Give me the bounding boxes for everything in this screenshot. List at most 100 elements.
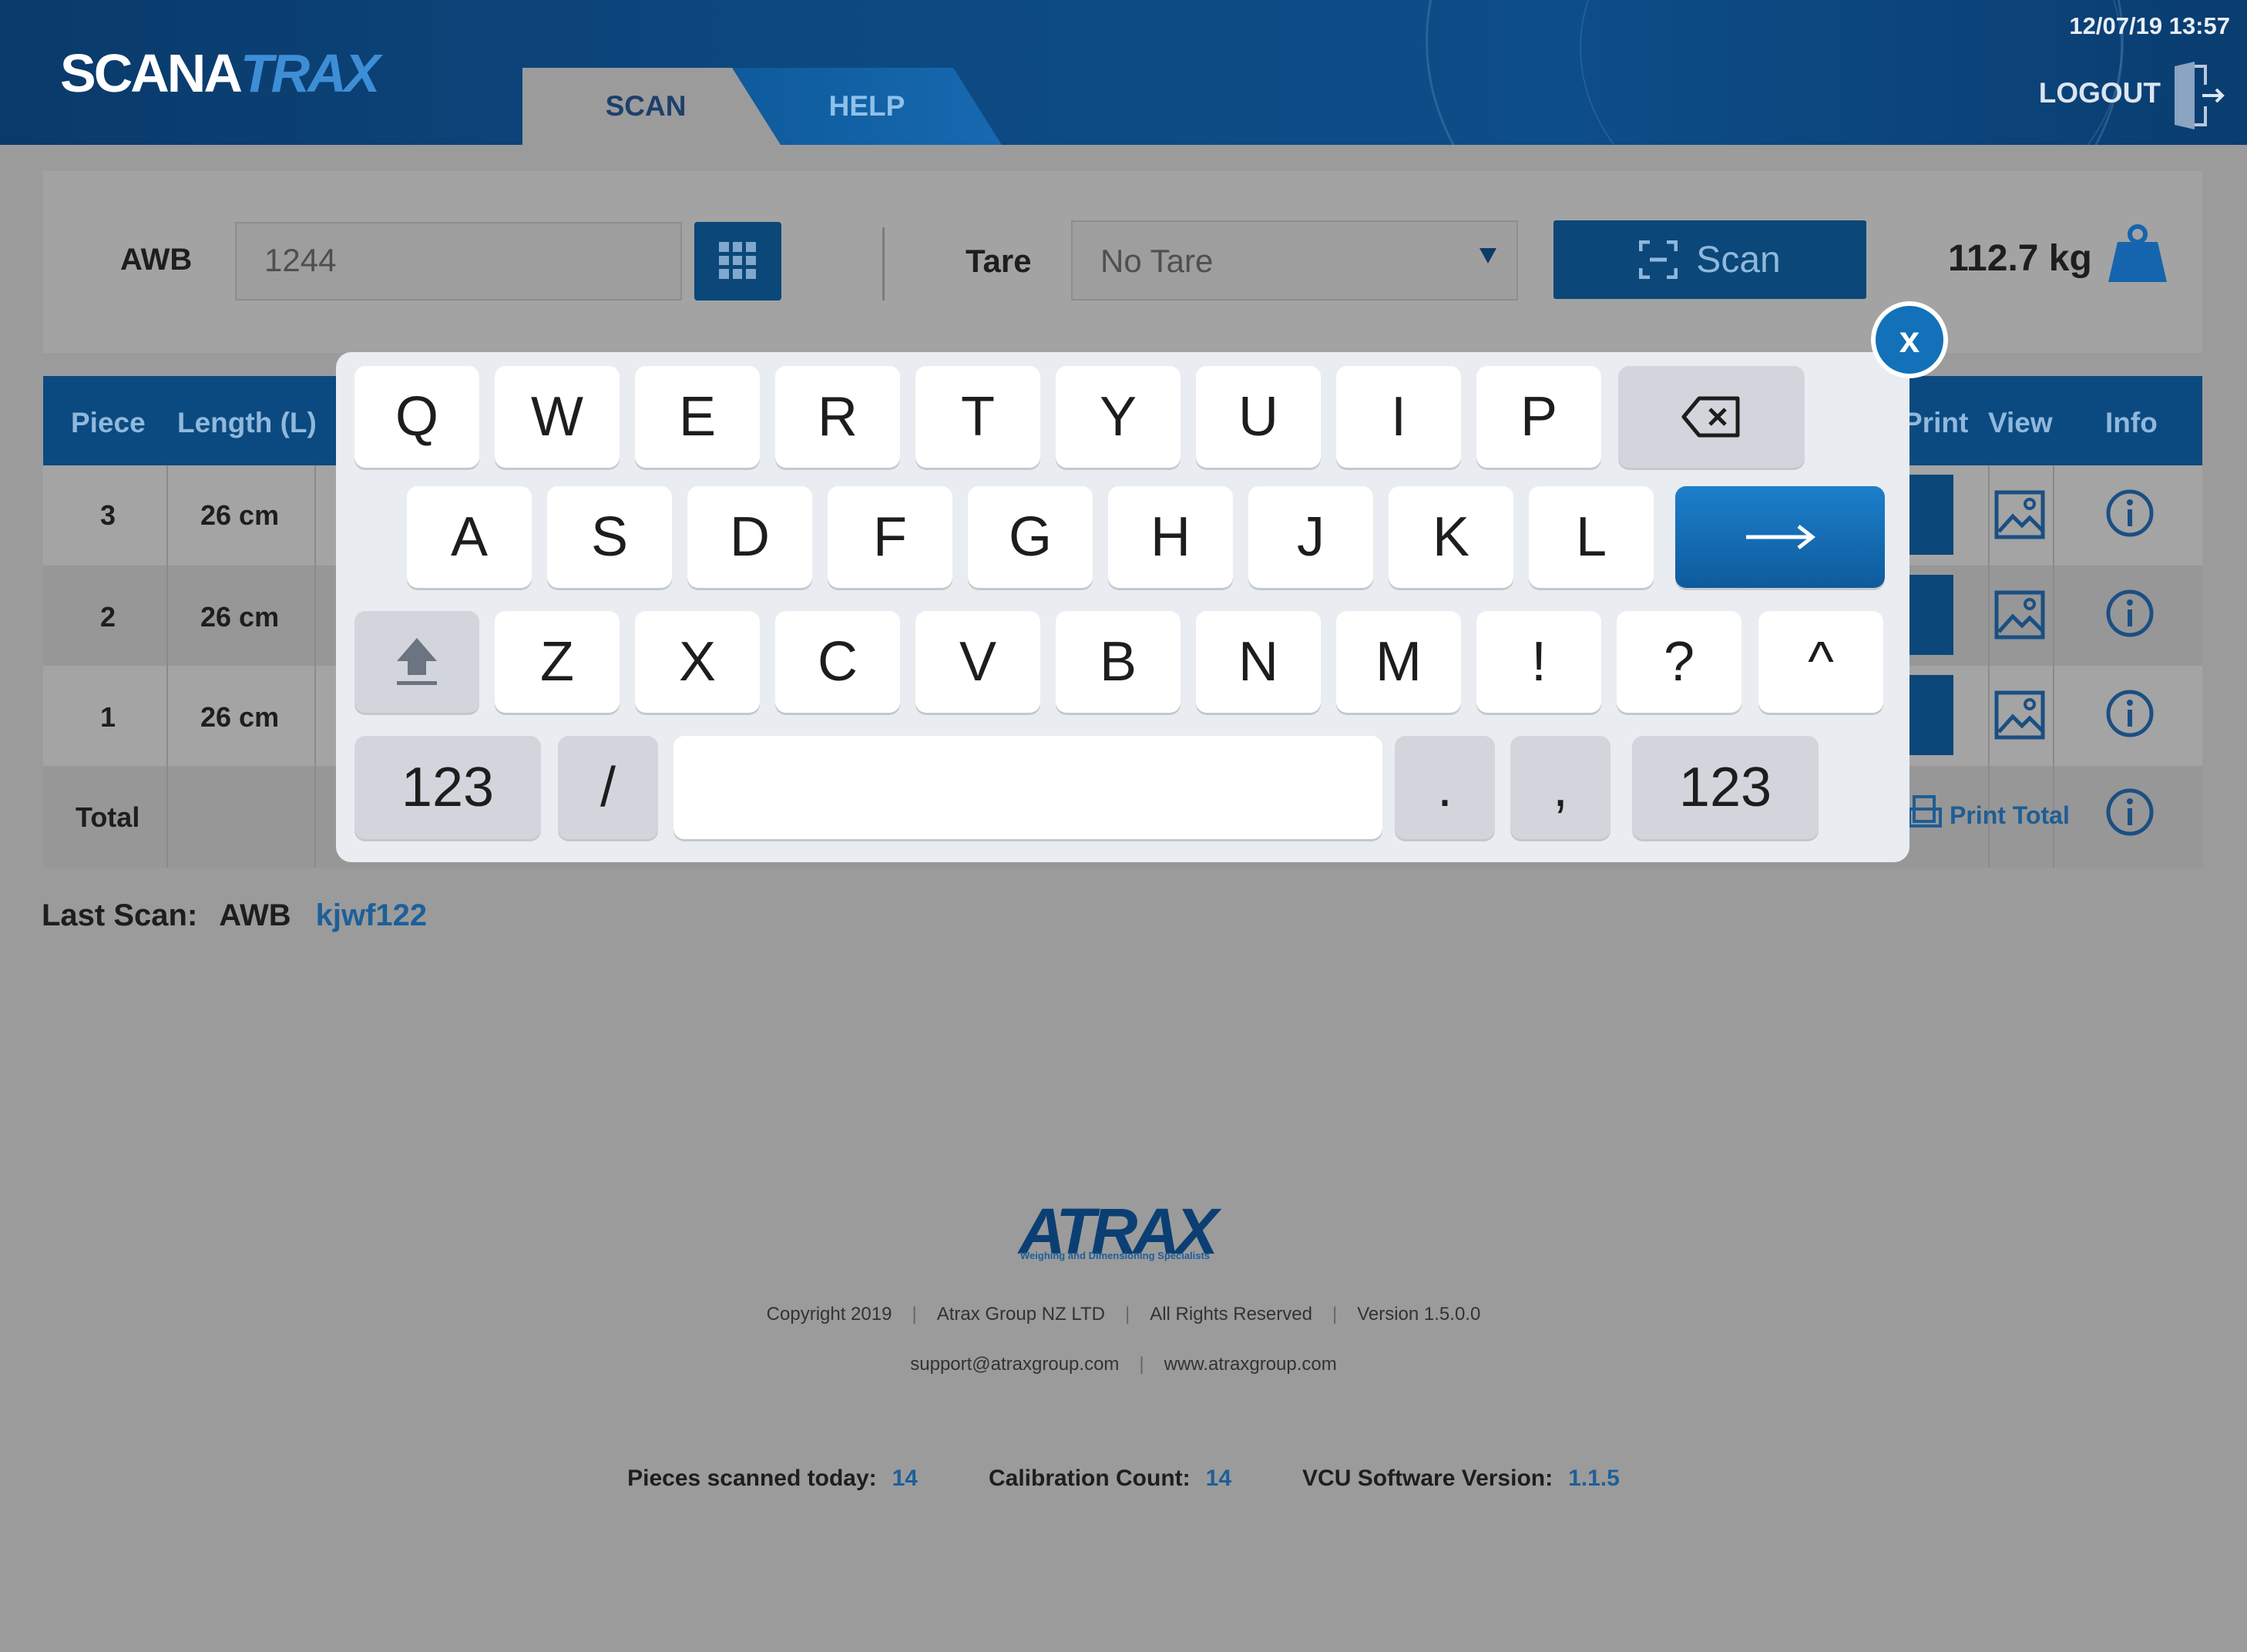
info-icon[interactable] bbox=[2105, 787, 2155, 837]
info-icon[interactable] bbox=[2105, 589, 2155, 638]
scan-button[interactable]: Scan bbox=[1553, 220, 1866, 299]
info-icon[interactable] bbox=[2105, 689, 2155, 738]
website-link[interactable]: www.atraxgroup.com bbox=[1164, 1354, 1337, 1375]
key-z[interactable]: Z bbox=[495, 611, 620, 713]
key-d[interactable]: D bbox=[687, 486, 812, 588]
tab-scan[interactable]: SCAN bbox=[522, 68, 820, 145]
image-view-icon[interactable] bbox=[1994, 490, 2045, 539]
print-button[interactable] bbox=[1909, 475, 1953, 555]
pieces-label: Pieces scanned today: bbox=[627, 1466, 877, 1491]
logo-text-trax: TRAX bbox=[240, 43, 381, 103]
key-period[interactable]: . bbox=[1395, 736, 1495, 839]
rights-text: All Rights Reserved bbox=[1150, 1304, 1312, 1325]
key-comma[interactable]: , bbox=[1510, 736, 1611, 839]
shift-up-icon bbox=[397, 638, 437, 685]
key-n[interactable]: N bbox=[1196, 611, 1321, 713]
stats-line: Pieces scanned today: 14 Calibration Count… bbox=[0, 1466, 2247, 1492]
key-x[interactable]: X bbox=[635, 611, 760, 713]
col-header-piece: Piece bbox=[71, 407, 146, 438]
key-caret[interactable]: ^ bbox=[1758, 611, 1883, 713]
key-question[interactable]: ? bbox=[1617, 611, 1742, 713]
key-l[interactable]: L bbox=[1529, 486, 1654, 588]
key-v[interactable]: V bbox=[915, 611, 1040, 713]
print-total-button[interactable]: Print Total bbox=[1950, 801, 2070, 830]
logout-button[interactable]: LOGOUT bbox=[2039, 77, 2161, 109]
key-t[interactable]: T bbox=[915, 366, 1040, 468]
last-scan: Last Scan: AWB kjwf122 bbox=[42, 898, 427, 933]
onscreen-keyboard: Q W E R T Y U I P A S D F G H J K L Z X … bbox=[336, 352, 1909, 862]
key-y[interactable]: Y bbox=[1056, 366, 1181, 468]
calibration-value: 14 bbox=[1205, 1466, 1232, 1491]
print-button[interactable] bbox=[1909, 675, 1953, 755]
backspace-key[interactable] bbox=[1618, 366, 1805, 468]
scanatrax-logo: SCANATRAX bbox=[60, 42, 381, 104]
cell-length: 26 cm bbox=[200, 701, 280, 733]
key-i[interactable]: I bbox=[1336, 366, 1461, 468]
image-view-icon[interactable] bbox=[1994, 590, 2045, 640]
vcu-value: 1.1.5 bbox=[1568, 1466, 1620, 1491]
print-button[interactable] bbox=[1909, 575, 1953, 655]
cell-piece: 1 bbox=[100, 701, 116, 733]
tare-label: Tare bbox=[966, 243, 1032, 279]
enter-key[interactable] bbox=[1675, 486, 1885, 588]
key-p[interactable]: P bbox=[1476, 366, 1601, 468]
tab-help-label: HELP bbox=[828, 90, 905, 122]
key-q[interactable]: Q bbox=[354, 366, 479, 468]
cell-total-label: Total bbox=[76, 801, 140, 833]
key-e[interactable]: E bbox=[635, 366, 760, 468]
col-header-print: Print bbox=[1903, 407, 1969, 438]
key-m[interactable]: M bbox=[1336, 611, 1461, 713]
weight-readout: 112.7 kg bbox=[1948, 238, 2092, 279]
arrow-right-icon bbox=[1746, 525, 1815, 549]
scan-button-label: Scan bbox=[1696, 239, 1781, 280]
keyboard-close-button[interactable]: x bbox=[1871, 301, 1948, 378]
company-text: Atrax Group NZ LTD bbox=[936, 1304, 1105, 1325]
divider bbox=[882, 227, 885, 301]
caret-down-icon bbox=[1480, 248, 1496, 264]
backspace-icon bbox=[1681, 396, 1740, 438]
shift-key[interactable] bbox=[354, 611, 479, 713]
version-text: Version 1.5.0.0 bbox=[1357, 1304, 1481, 1325]
image-view-icon[interactable] bbox=[1994, 690, 2045, 740]
numbers-key-right[interactable]: 123 bbox=[1632, 736, 1819, 839]
key-slash[interactable]: / bbox=[558, 736, 658, 839]
col-header-info: Info bbox=[2105, 407, 2158, 438]
awb-label: AWB bbox=[120, 243, 193, 277]
key-u[interactable]: U bbox=[1196, 366, 1321, 468]
logout-door-icon[interactable] bbox=[2171, 62, 2225, 129]
atrax-tagline: Weighing and Dimensioning Specialists bbox=[1020, 1250, 1211, 1261]
last-scan-value[interactable]: kjwf122 bbox=[316, 898, 428, 932]
key-g[interactable]: G bbox=[968, 486, 1093, 588]
key-a[interactable]: A bbox=[407, 486, 532, 588]
cell-piece: 2 bbox=[100, 601, 116, 633]
weight-icon bbox=[2108, 224, 2167, 282]
col-header-length: Length (L) bbox=[177, 407, 317, 438]
tare-selected-value: No Tare bbox=[1100, 243, 1214, 279]
key-w[interactable]: W bbox=[495, 366, 620, 468]
datetime: 12/07/19 13:57 bbox=[2069, 12, 2230, 39]
print-icon bbox=[1908, 795, 1942, 828]
grid-icon bbox=[719, 242, 756, 279]
space-key[interactable] bbox=[673, 736, 1382, 839]
key-r[interactable]: R bbox=[775, 366, 900, 468]
key-f[interactable]: F bbox=[828, 486, 952, 588]
awb-input[interactable]: 1244 bbox=[235, 222, 682, 301]
key-k[interactable]: K bbox=[1389, 486, 1513, 588]
last-scan-label: Last Scan: bbox=[42, 898, 198, 932]
key-h[interactable]: H bbox=[1108, 486, 1233, 588]
keypad-button[interactable] bbox=[694, 222, 781, 301]
key-exclamation[interactable]: ! bbox=[1476, 611, 1601, 713]
scan-frame-icon bbox=[1639, 240, 1678, 279]
key-s[interactable]: S bbox=[547, 486, 672, 588]
support-line: support@atraxgroup.com | www.atraxgroup.co… bbox=[910, 1354, 1337, 1375]
info-icon[interactable] bbox=[2105, 489, 2155, 538]
col-header-view: View bbox=[1988, 407, 2053, 438]
support-email-link[interactable]: support@atraxgroup.com bbox=[910, 1354, 1119, 1375]
cell-piece: 3 bbox=[100, 499, 116, 531]
key-b[interactable]: B bbox=[1056, 611, 1181, 713]
last-scan-type: AWB bbox=[219, 898, 291, 932]
key-j[interactable]: J bbox=[1248, 486, 1373, 588]
copyright-line: Copyright 2019 | Atrax Group NZ LTD | All Ri… bbox=[766, 1304, 1481, 1325]
key-c[interactable]: C bbox=[775, 611, 900, 713]
numbers-key[interactable]: 123 bbox=[354, 736, 541, 839]
